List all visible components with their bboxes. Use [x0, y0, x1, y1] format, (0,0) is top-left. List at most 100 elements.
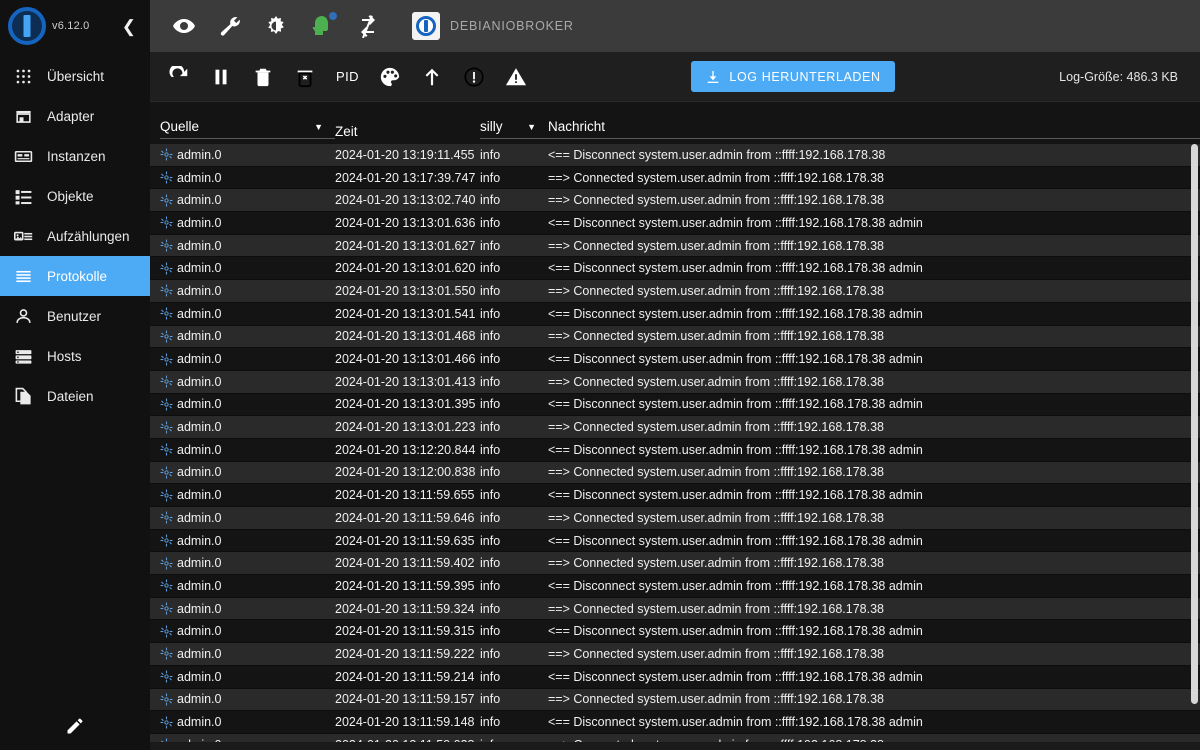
user-icon — [14, 307, 33, 326]
download-icon — [708, 70, 719, 83]
action-toolbar: PID LOG HERUNTERLADEN Log-Größe: 486.3 K… — [150, 52, 1200, 102]
table-row[interactable]: admin.0 2024-01-20 13:17:39.747 info ==> Co… — [150, 166, 1200, 190]
cell-source-label: admin.0 — [177, 215, 222, 230]
cell-source: admin.0 — [160, 420, 335, 434]
pencil-icon[interactable] — [0, 716, 150, 736]
no-sync-icon[interactable] — [356, 14, 380, 38]
table-row[interactable]: admin.0 2024-01-20 13:11:59.324 info ==> Co… — [150, 597, 1200, 621]
error-circle-icon[interactable] — [463, 66, 485, 88]
brightness-icon[interactable] — [264, 14, 288, 38]
sidebar-collapse-button[interactable]: ❮ — [122, 18, 136, 35]
sidebar-item-adapter[interactable]: Adapter — [0, 96, 150, 136]
pid-button[interactable]: PID — [336, 69, 359, 84]
warning-triangle-icon[interactable] — [505, 66, 527, 88]
cell-source-label: admin.0 — [177, 715, 222, 730]
pause-icon[interactable] — [210, 66, 232, 88]
sidebar-item-label: Instanzen — [47, 148, 106, 164]
table-row[interactable]: admin.0 2024-01-20 13:13:01.620 info <== Di… — [150, 257, 1200, 281]
table-row[interactable]: admin.0 2024-01-20 13:11:59.315 info <== Di… — [150, 620, 1200, 644]
cell-severity: info — [480, 715, 501, 730]
column-header-message[interactable]: Nachricht — [548, 119, 1200, 139]
sidebar-item-protokolle[interactable]: Protokolle — [0, 256, 150, 296]
cell-source: admin.0 — [160, 534, 335, 548]
table-row[interactable]: admin.0 2024-01-20 13:11:59.635 info <== Di… — [150, 529, 1200, 553]
column-header-severity[interactable]: silly ▼ — [480, 119, 548, 139]
table-row[interactable]: admin.0 2024-01-20 13:13:01.395 info <== Di… — [150, 393, 1200, 417]
wrench-icon[interactable] — [218, 14, 242, 38]
table-row[interactable]: admin.0 2024-01-20 13:13:02.740 info ==> Co… — [150, 189, 1200, 213]
cell-source: admin.0 — [160, 715, 335, 729]
app-root: v6.12.0 ❮ Übersicht Adapter Instanzen Ob… — [0, 0, 1200, 750]
gear-icon — [160, 511, 173, 524]
table-row[interactable]: admin.0 2024-01-20 13:13:01.636 info <== Di… — [150, 212, 1200, 235]
eye-icon[interactable] — [172, 14, 196, 38]
cell-source-label: admin.0 — [177, 601, 222, 616]
table-row[interactable]: admin.0 2024-01-20 13:13:01.468 info ==> Co… — [150, 325, 1200, 349]
refresh-icon[interactable] — [168, 65, 190, 88]
trash-icon[interactable] — [252, 66, 274, 88]
cell-source-label: admin.0 — [177, 646, 222, 661]
table-row[interactable]: admin.0 2024-01-20 13:13:01.550 info ==> Co… — [150, 280, 1200, 303]
cell-message: ==> Connected system.user.admin from ::f… — [548, 420, 884, 435]
table-row[interactable]: admin.0 2024-01-20 13:13:01.466 info <== Di… — [150, 348, 1200, 371]
table-row[interactable]: admin.0 2024-01-20 13:11:59.157 info ==> Co… — [150, 688, 1200, 712]
table-row[interactable]: admin.0 2024-01-20 13:12:20.844 info <== Di… — [150, 438, 1200, 462]
cell-severity: info — [480, 533, 501, 548]
column-header-source[interactable]: Quelle ▼ — [160, 119, 335, 139]
arrow-up-icon[interactable] — [421, 66, 443, 88]
table-row[interactable]: admin.0 2024-01-20 13:11:59.222 info ==> Co… — [150, 643, 1200, 666]
cell-severity: info — [480, 601, 501, 616]
table-row[interactable]: admin.0 2024-01-20 13:11:59.646 info ==> Co… — [150, 507, 1200, 530]
cell-source: admin.0 — [160, 397, 335, 411]
vertical-scrollbar[interactable] — [1191, 144, 1198, 744]
gear-icon — [160, 534, 173, 547]
table-row[interactable]: admin.0 2024-01-20 13:11:59.655 info <== Di… — [150, 484, 1200, 507]
cell-message: ==> Connected system.user.admin from ::f… — [548, 465, 884, 480]
table-row[interactable]: admin.0 2024-01-20 13:13:01.541 info <== Di… — [150, 302, 1200, 326]
sidebar-item-label: Benutzer — [47, 308, 102, 324]
cell-message: ==> Connected system.user.admin from ::f… — [548, 510, 884, 525]
chevron-down-icon[interactable]: ▼ — [527, 122, 536, 132]
sidebar-item-hosts[interactable]: Hosts — [0, 336, 150, 376]
table-row[interactable]: admin.0 2024-01-20 13:11:59.148 info <== Di… — [150, 711, 1200, 734]
host-name-label: DEBIANIOBROKER — [450, 19, 574, 33]
table-row[interactable]: admin.0 2024-01-20 13:19:11.455 info <== Di… — [150, 144, 1200, 167]
cell-time: 2024-01-20 13:11:59.222 — [335, 646, 475, 661]
table-row[interactable]: admin.0 2024-01-20 13:11:59.214 info <== Di… — [150, 665, 1200, 689]
column-header-time[interactable]: Zeit — [335, 124, 480, 139]
cell-severity: info — [480, 238, 501, 253]
download-log-button[interactable]: LOG HERUNTERLADEN — [691, 61, 895, 92]
sidebar-item-aufzaehlungen[interactable]: Aufzählungen — [0, 216, 150, 256]
sidebar-item-benutzer[interactable]: Benutzer — [0, 296, 150, 336]
cell-severity: info — [480, 488, 501, 503]
version-label: v6.12.0 — [52, 20, 90, 32]
sidebar-item-dateien[interactable]: Dateien — [0, 376, 150, 416]
gear-icon — [160, 693, 173, 706]
table-row[interactable]: admin.0 2024-01-20 13:11:59.038info==> Co… — [150, 733, 1200, 742]
cell-severity: info — [480, 420, 501, 435]
cell-severity: info — [480, 261, 501, 276]
cell-time: 2024-01-20 13:11:59.157 — [335, 692, 475, 707]
gear-icon — [160, 148, 173, 161]
cell-message: ==> Connected system.user.admin from ::f… — [548, 329, 884, 344]
gear-icon — [160, 443, 173, 456]
palette-icon[interactable] — [379, 66, 401, 88]
scrollbar-thumb[interactable] — [1191, 144, 1198, 704]
host-chip[interactable]: DEBIANIOBROKER — [412, 12, 574, 40]
table-row[interactable]: admin.0 2024-01-20 13:11:59.402 info ==> Co… — [150, 552, 1200, 576]
sidebar-item-uebersicht[interactable]: Übersicht — [0, 56, 150, 96]
table-row[interactable]: admin.0 2024-01-20 13:12:00.838 info ==> Co… — [150, 461, 1200, 485]
cell-source-label: admin.0 — [177, 488, 222, 503]
cell-time: 2024-01-20 13:11:59.646 — [335, 510, 475, 525]
sidebar-item-instanzen[interactable]: Instanzen — [0, 136, 150, 176]
cell-source: admin.0 — [160, 511, 335, 525]
table-row[interactable]: admin.0 2024-01-20 13:13:01.627 info ==> Co… — [150, 234, 1200, 258]
table-row[interactable]: admin.0 2024-01-20 13:13:01.223 info ==> Co… — [150, 416, 1200, 439]
table-row[interactable]: admin.0 2024-01-20 13:11:59.395 info <== Di… — [150, 575, 1200, 598]
head-user-icon[interactable] — [310, 12, 337, 38]
sidebar-item-objekte[interactable]: Objekte — [0, 176, 150, 216]
table-row[interactable]: admin.0 2024-01-20 13:13:01.413 info ==> Co… — [150, 370, 1200, 394]
chevron-down-icon[interactable]: ▼ — [314, 122, 323, 132]
cell-severity: info — [480, 556, 501, 571]
trash-x-icon[interactable] — [294, 66, 316, 88]
